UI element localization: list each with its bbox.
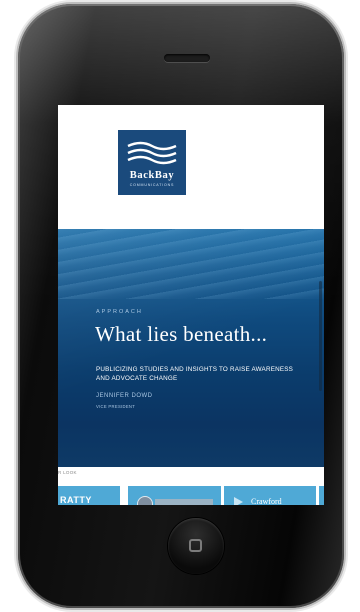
tile-3-label: Crawford xyxy=(251,497,282,505)
logo-name: BackBay xyxy=(129,170,175,181)
home-square-icon xyxy=(189,539,202,552)
wave-logo-icon xyxy=(127,141,177,165)
author-role: VICE PRESIDENT xyxy=(96,404,136,409)
hero-description: PUBLICIZING STUDIES AND INSIGHTS TO RAIS… xyxy=(96,366,294,382)
scroll-indicator[interactable] xyxy=(319,281,322,391)
tile-3-arrow-icon xyxy=(234,497,243,505)
backbay-logo[interactable]: BackBay COMMUNICATIONS xyxy=(118,130,186,195)
featured-tile-2[interactable] xyxy=(128,486,221,505)
phone-screen: BackBay COMMUNICATIONS APPROACH What lie… xyxy=(58,105,324,505)
hero-eyebrow: APPROACH xyxy=(96,309,143,315)
tile-1-label: RATTY xyxy=(60,495,92,505)
light-rays xyxy=(58,229,324,467)
tile-2-bar xyxy=(155,499,213,505)
featured-tile-1[interactable]: RATTY xyxy=(58,486,120,505)
author-name: JENNIFER DOWD xyxy=(96,393,153,399)
tile-2-thumbnail xyxy=(137,496,153,505)
logo-subtitle: COMMUNICATIONS xyxy=(129,183,175,187)
featured-tile-4[interactable] xyxy=(319,486,324,505)
hero-banner[interactable]: APPROACH What lies beneath... PUBLICIZIN… xyxy=(58,229,324,467)
strip-label: R LOOK xyxy=(58,470,77,475)
featured-strip: R LOOK RATTY Crawford xyxy=(58,467,324,505)
featured-tile-3[interactable]: Crawford xyxy=(224,486,316,505)
header-area: BackBay COMMUNICATIONS xyxy=(58,105,324,229)
hero-title: What lies beneath... xyxy=(95,322,268,346)
earpiece-speaker xyxy=(164,54,210,62)
